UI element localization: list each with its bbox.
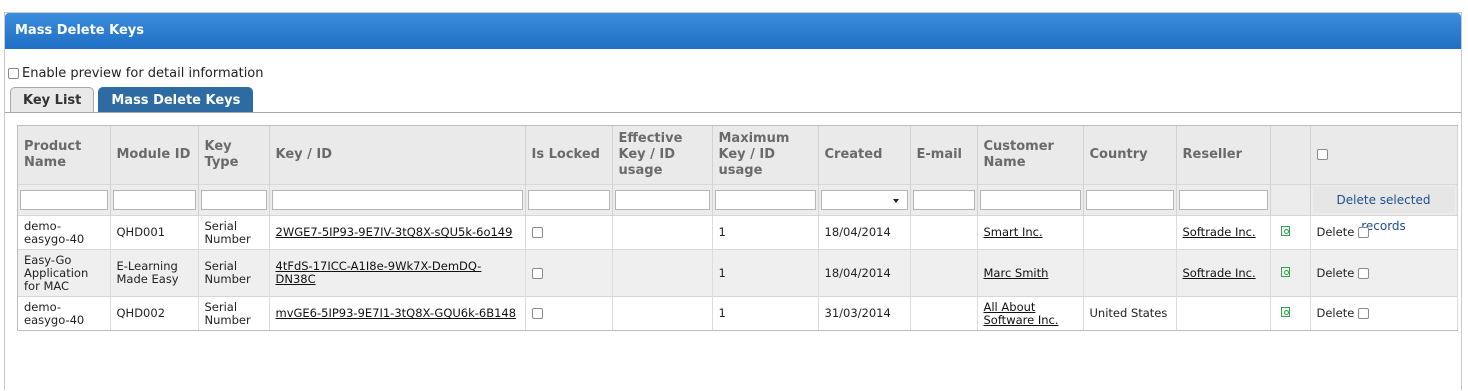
col-header-created[interactable]: Created bbox=[818, 126, 911, 185]
filter-created-dropdown[interactable] bbox=[820, 190, 908, 210]
delete-label: Delete bbox=[1316, 265, 1355, 280]
delete-checkbox[interactable] bbox=[1358, 308, 1370, 319]
cell-country bbox=[1083, 215, 1177, 250]
filter-is-locked[interactable] bbox=[527, 190, 610, 210]
mass-delete-panel: Mass Delete Keys Enable preview for deta… bbox=[4, 12, 1462, 390]
cell-email bbox=[910, 249, 978, 297]
filter-country[interactable] bbox=[1085, 190, 1174, 210]
col-header-email[interactable]: E-mail bbox=[910, 126, 978, 185]
cell-country bbox=[1083, 249, 1177, 297]
col-header-is-locked[interactable]: Is Locked bbox=[525, 126, 613, 185]
customer-link[interactable]: All About Software Inc. bbox=[984, 300, 1059, 327]
col-header-product-name[interactable]: Product Name bbox=[18, 126, 111, 185]
cell-created: 18/04/2014 bbox=[818, 249, 911, 297]
col-header-select-all bbox=[1310, 126, 1458, 185]
filter-reseller[interactable] bbox=[1178, 190, 1268, 210]
col-header-view bbox=[1270, 126, 1311, 185]
cell-effective-usage bbox=[612, 215, 713, 250]
col-header-module-id[interactable]: Module ID bbox=[110, 126, 199, 185]
keys-grid: Product Name Module ID Key Type Key / ID… bbox=[17, 125, 1458, 331]
header-row: Product Name Module ID Key Type Key / ID… bbox=[18, 126, 1458, 185]
filter-row: Delete selected records bbox=[18, 184, 1458, 233]
reseller-link[interactable]: Softrade Inc. bbox=[1183, 266, 1256, 280]
col-header-key-id[interactable]: Key / ID bbox=[269, 126, 526, 185]
keys-table: Product Name Module ID Key Type Key / ID… bbox=[18, 126, 1458, 330]
delete-checkbox[interactable] bbox=[1358, 227, 1370, 238]
col-header-reseller[interactable]: Reseller bbox=[1176, 126, 1271, 185]
cell-maximum-usage: 1 bbox=[712, 215, 819, 250]
is-locked-checkbox[interactable] bbox=[531, 308, 543, 319]
customer-link[interactable]: Smart Inc. bbox=[984, 225, 1043, 239]
cell-email bbox=[910, 215, 978, 250]
col-header-maximum-usage[interactable]: Maximum Key / ID usage bbox=[712, 126, 819, 185]
key-link[interactable]: mvGE6-5IP93-9E7I1-3tQ8X-GQU6k-6B148 bbox=[276, 306, 517, 320]
col-header-effective-usage[interactable]: Effective Key / ID usage bbox=[612, 126, 713, 185]
cell-product-name: demo-easygo-40 bbox=[18, 215, 111, 250]
cell-module-id: QHD001 bbox=[110, 215, 199, 250]
filter-maximum-usage[interactable] bbox=[714, 190, 816, 210]
delete-label: Delete bbox=[1316, 225, 1355, 239]
filter-product-name[interactable] bbox=[20, 190, 108, 210]
filter-email[interactable] bbox=[912, 190, 975, 210]
preview-checkbox[interactable] bbox=[8, 68, 19, 79]
view-details-icon[interactable] bbox=[1280, 307, 1290, 317]
tab-mass-delete-keys[interactable]: Mass Delete Keys bbox=[98, 87, 254, 113]
preview-label: Enable preview for detail information bbox=[22, 66, 264, 81]
cell-product-name: Easy-Go Application for MAC bbox=[18, 249, 111, 297]
customer-link[interactable]: Marc Smith bbox=[984, 266, 1049, 280]
cell-module-id: QHD002 bbox=[110, 296, 199, 330]
table-row: demo-easygo-40 QHD002 Serial Number mvGE… bbox=[18, 296, 1458, 330]
filter-effective-usage[interactable] bbox=[614, 190, 710, 210]
filter-customer-name[interactable] bbox=[979, 190, 1081, 210]
tab-bar: Key List Mass Delete Keys bbox=[10, 87, 257, 113]
view-details-icon[interactable] bbox=[1280, 226, 1290, 236]
panel-title: Mass Delete Keys bbox=[5, 13, 1461, 49]
table-row: demo-easygo-40 QHD001 Serial Number 2WGE… bbox=[18, 215, 1458, 250]
delete-label: Delete bbox=[1316, 306, 1355, 320]
tab-key-list[interactable]: Key List bbox=[10, 87, 95, 113]
col-header-customer-name[interactable]: Customer Name bbox=[977, 126, 1084, 185]
cell-effective-usage bbox=[612, 296, 713, 330]
cell-key-type: Serial Number bbox=[198, 249, 270, 297]
col-header-key-type[interactable]: Key Type bbox=[198, 126, 270, 185]
cell-effective-usage bbox=[612, 249, 713, 297]
key-link[interactable]: 2WGE7-5IP93-9E7IV-3tQ8X-sQU5k-6o149 bbox=[276, 225, 513, 239]
cell-key-type: Serial Number bbox=[198, 296, 270, 330]
is-locked-checkbox[interactable] bbox=[531, 267, 543, 279]
preview-option: Enable preview for detail information bbox=[8, 66, 264, 81]
cell-maximum-usage: 1 bbox=[712, 296, 819, 330]
cell-key-type: Serial Number bbox=[198, 215, 270, 250]
filter-key-type[interactable] bbox=[200, 190, 267, 210]
cell-created: 31/03/2014 bbox=[818, 296, 911, 330]
delete-option: Delete bbox=[1316, 265, 1451, 280]
col-header-country[interactable]: Country bbox=[1083, 126, 1177, 185]
cell-country: United States bbox=[1083, 296, 1177, 330]
tab-content: Product Name Module ID Key Type Key / ID… bbox=[5, 112, 1461, 391]
table-row: Easy-Go Application for MAC E-Learning M… bbox=[18, 249, 1458, 297]
cell-email bbox=[910, 296, 978, 330]
filter-module-id[interactable] bbox=[112, 190, 196, 210]
cell-product-name: demo-easygo-40 bbox=[18, 296, 111, 330]
select-all-checkbox[interactable] bbox=[1316, 149, 1328, 160]
view-details-icon[interactable] bbox=[1280, 266, 1290, 277]
filter-key-id[interactable] bbox=[271, 190, 523, 210]
delete-selected-button[interactable]: Delete selected records bbox=[1312, 187, 1455, 233]
cell-maximum-usage: 1 bbox=[712, 249, 819, 297]
key-link[interactable]: 4tFdS-17ICC-A1I8e-9Wk7X-DemDQ-DN38C bbox=[276, 259, 482, 286]
is-locked-checkbox[interactable] bbox=[531, 227, 543, 238]
cell-created: 18/04/2014 bbox=[818, 215, 911, 250]
delete-option: Delete bbox=[1317, 307, 1451, 320]
delete-checkbox[interactable] bbox=[1358, 267, 1370, 279]
cell-module-id: E-Learning Made Easy bbox=[110, 249, 199, 297]
reseller-link[interactable]: Softrade Inc. bbox=[1183, 225, 1256, 239]
